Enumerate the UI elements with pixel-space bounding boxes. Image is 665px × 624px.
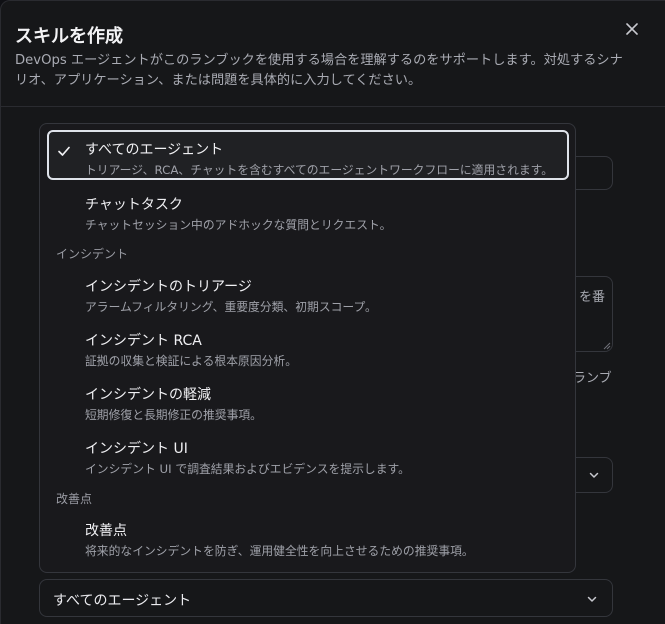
option-description: 証拠の収集と検証による根本原因分析。 (85, 354, 297, 368)
background-partial-text-2: ランブ (573, 371, 612, 386)
option-incident-triage[interactable]: インシデントのトリアージ アラームフィルタリング、重要度分類、初期スコープ。 (47, 267, 569, 317)
option-improvement[interactable]: 改善点 将来的なインシデントを防ぎ、運用健全性を向上させるための推奨事項。 (47, 511, 569, 561)
dialog-header: スキルを作成 DevOps エージェントがこのランブックを使用する場合を理解する… (1, 1, 665, 107)
option-all-agents[interactable]: すべてのエージェント トリアージ、RCA、チャットを含むすべてのエージェントワー… (47, 130, 569, 180)
option-description: トリアージ、RCA、チャットを含むすべてのエージェントワークフローに適用されます… (85, 163, 554, 177)
option-chat-task[interactable]: チャットタスク チャットセッション中のアドホックな質問とリクエスト。 (47, 185, 569, 235)
background-partial-text-1: を番 (579, 290, 606, 305)
option-label: インシデント UI (85, 441, 188, 457)
dialog-subtitle: DevOps エージェントがこのランブックを使用する場合を理解するのをサポートし… (15, 53, 623, 88)
group-header-improvement: 改善点 (56, 492, 93, 506)
agent-scope-select[interactable]: すべてのエージェント (39, 579, 613, 617)
close-icon-glyph (626, 23, 638, 35)
option-label: 改善点 (85, 523, 127, 539)
chevron-down-icon (589, 472, 599, 478)
resize-handle-icon (603, 342, 611, 350)
option-label: チャットタスク (85, 197, 183, 213)
close-icon[interactable] (622, 21, 642, 41)
option-incident-ui[interactable]: インシデント UI インシデント UI で調査結果およびエビデンスを提示します。 (47, 429, 569, 479)
option-label: インシデント RCA (85, 333, 202, 349)
check-icon (58, 146, 70, 156)
option-label: インシデントのトリアージ (85, 279, 252, 295)
group-header-incident: インシデント (56, 247, 129, 261)
option-label: インシデントの軽減 (85, 387, 211, 403)
agent-scope-dropdown: すべてのエージェント トリアージ、RCA、チャットを含むすべてのエージェントワー… (39, 123, 576, 573)
option-description: 将来的なインシデントを防ぎ、運用健全性を向上させるための推奨事項。 (85, 544, 474, 558)
option-description: アラームフィルタリング、重要度分類、初期スコープ。 (85, 300, 377, 314)
chevron-down-icon (587, 596, 597, 602)
option-incident-mitigation[interactable]: インシデントの軽減 短期修復と長期修正の推奨事項。 (47, 375, 569, 425)
option-description: 短期修復と長期修正の推奨事項。 (85, 408, 262, 422)
option-description: インシデント UI で調査結果およびエビデンスを提示します。 (85, 462, 410, 476)
option-description: チャットセッション中のアドホックな質問とリクエスト。 (85, 218, 392, 232)
option-label: すべてのエージェント (85, 142, 224, 158)
create-skill-dialog: スキルを作成 DevOps エージェントがこのランブックを使用する場合を理解する… (0, 0, 665, 624)
agent-scope-select-value: すべてのエージェント (53, 593, 192, 609)
dialog-title: スキルを作成 (15, 26, 123, 47)
option-incident-rca[interactable]: インシデント RCA 証拠の収集と検証による根本原因分析。 (47, 321, 569, 371)
